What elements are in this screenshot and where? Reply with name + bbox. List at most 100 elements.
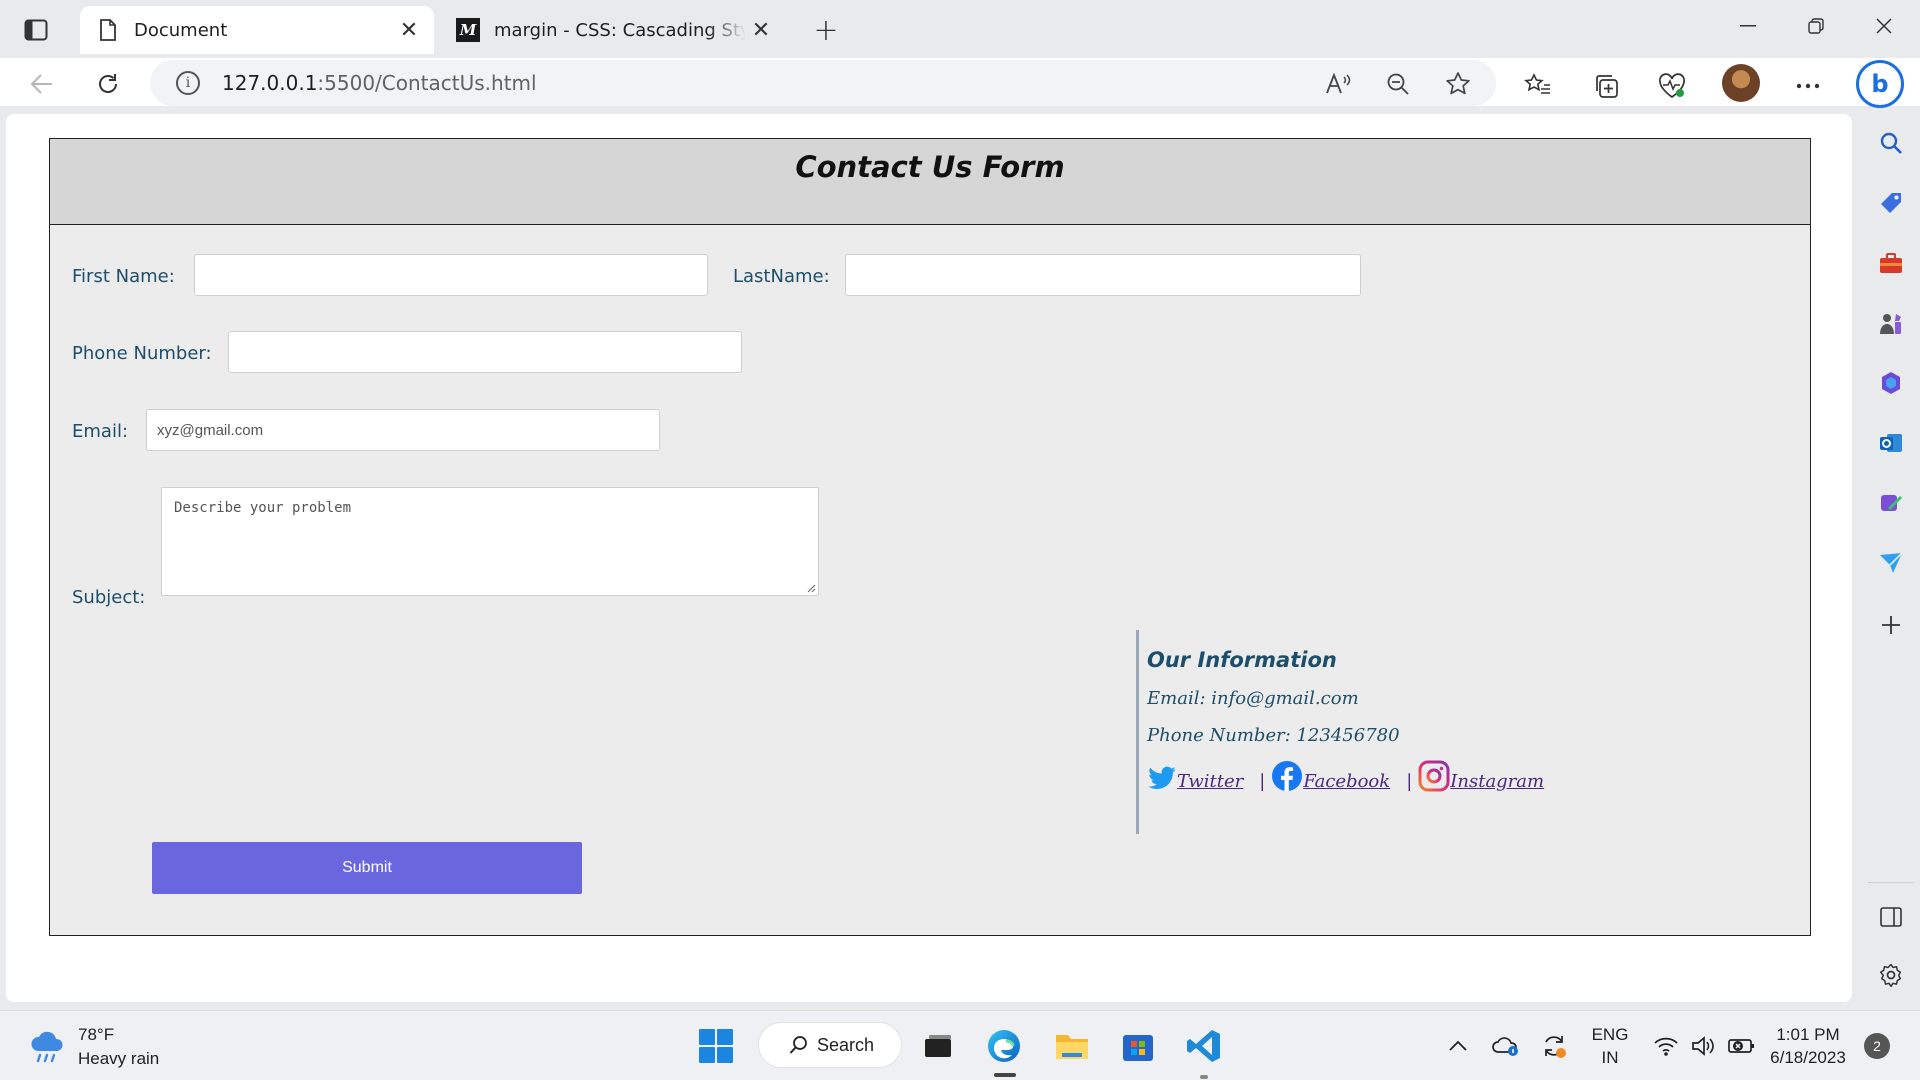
language-indicator[interactable]: ENG IN — [1588, 1023, 1632, 1069]
wifi-icon[interactable] — [1646, 1026, 1686, 1066]
tools-briefcase-icon[interactable] — [1876, 248, 1906, 278]
facebook-icon — [1272, 761, 1303, 791]
twitter-label: Twitter — [1177, 771, 1244, 792]
tab-actions-button[interactable] — [18, 14, 54, 46]
social-links: Twitter | Facebook | Instagram — [1147, 760, 1656, 792]
edge-taskbar-button[interactable] — [984, 1026, 1024, 1066]
weather-widget[interactable]: 78°F Heavy rain — [28, 1023, 159, 1071]
language-code: ENG — [1591, 1025, 1629, 1044]
phone-number-input[interactable] — [228, 331, 742, 373]
instagram-label: Instagram — [1450, 771, 1545, 792]
close-tab-icon[interactable]: ✕ — [394, 15, 424, 45]
page-viewport: Contact Us Form First Name: LastName: Ph… — [6, 114, 1852, 1002]
twitter-link[interactable]: Twitter — [1147, 766, 1243, 792]
favorite-star-icon[interactable] — [1442, 68, 1474, 100]
outlook-icon[interactable] — [1876, 428, 1906, 458]
microsoft-store-button[interactable] — [1118, 1026, 1158, 1066]
browser-essentials-icon[interactable] — [1652, 66, 1692, 106]
last-name-input[interactable] — [845, 254, 1361, 296]
tab-mdn-margin[interactable]: M margin - CSS: Cascading Style Sh ✕ — [440, 6, 786, 54]
zoom-out-icon[interactable] — [1382, 68, 1414, 100]
first-name-input[interactable] — [194, 254, 708, 296]
close-icon — [1876, 18, 1892, 34]
shopping-tag-icon[interactable] — [1876, 188, 1906, 218]
weather-description: Heavy rain — [78, 1049, 160, 1068]
region-code: IN — [1601, 1048, 1619, 1067]
edge-active-indicator — [994, 1073, 1016, 1077]
minimize-icon — [1740, 25, 1756, 27]
tab-strip: Document ✕ M margin - CSS: Cascading Sty… — [0, 0, 1920, 58]
link-separator: | — [1406, 771, 1413, 792]
submit-button[interactable]: Submit — [152, 842, 582, 894]
resize-grip-icon[interactable] — [806, 583, 816, 593]
vscode-running-indicator — [1200, 1075, 1208, 1079]
microsoft-365-icon[interactable] — [1876, 368, 1906, 398]
refresh-button[interactable] — [88, 64, 128, 104]
store-icon — [1123, 1035, 1153, 1061]
onedrive-tray-icon[interactable] — [1486, 1026, 1526, 1066]
file-explorer-button[interactable] — [1052, 1026, 1092, 1066]
add-sidebar-app-icon[interactable] — [1876, 610, 1906, 640]
subject-textarea[interactable]: Describe your problem — [161, 487, 819, 596]
restore-button[interactable] — [1786, 8, 1846, 44]
windows-taskbar: 78°F Heavy rain Search ENG IN 1:01 PM 6/… — [0, 1010, 1920, 1080]
email-label: Email: — [72, 421, 129, 442]
minimize-button[interactable] — [1718, 8, 1778, 44]
collections-icon[interactable] — [1586, 66, 1626, 106]
new-tab-button[interactable]: + — [808, 13, 844, 48]
volume-icon[interactable] — [1684, 1026, 1724, 1066]
facebook-label: Facebook — [1303, 771, 1391, 792]
edge-sidebar — [1862, 114, 1920, 1002]
site-info-icon[interactable]: i — [176, 71, 200, 95]
subject-placeholder: Describe your problem — [174, 500, 352, 516]
clock[interactable]: 1:01 PM 6/18/2023 — [1766, 1023, 1850, 1069]
battery-icon[interactable] — [1722, 1026, 1762, 1066]
task-view-button[interactable] — [918, 1026, 958, 1066]
start-button[interactable] — [696, 1026, 736, 1066]
info-phone: Phone Number: 123456780 — [1147, 725, 1400, 746]
phone-number-label: Phone Number: — [72, 343, 212, 364]
notification-badge[interactable]: 2 — [1864, 1033, 1890, 1059]
windows-logo-icon — [699, 1029, 733, 1063]
first-name-label: First Name: — [72, 266, 175, 287]
sidebar-divider — [1868, 882, 1914, 883]
contact-info-panel: Our Information Email: info@gmail.com Ph… — [1136, 630, 1656, 834]
instagram-icon — [1418, 760, 1450, 792]
tab-title: Document — [134, 19, 228, 41]
sidebar-settings-gear-icon[interactable] — [1876, 960, 1906, 990]
vscode-button[interactable] — [1184, 1026, 1224, 1066]
info-heading: Our Information — [1147, 648, 1337, 672]
close-tab-icon[interactable]: ✕ — [746, 15, 776, 45]
more-options-icon[interactable] — [1788, 66, 1828, 106]
rain-cloud-icon — [31, 1031, 63, 1063]
bing-copilot-button[interactable]: b — [1856, 60, 1904, 108]
last-name-label: LastName: — [733, 266, 830, 287]
refresh-icon — [99, 74, 117, 93]
email-input[interactable]: xyz@gmail.com — [146, 409, 660, 451]
sync-tray-icon[interactable] — [1534, 1026, 1574, 1066]
link-separator: | — [1259, 771, 1266, 792]
info-email: Email: info@gmail.com — [1147, 688, 1359, 709]
instagram-link[interactable]: Instagram — [1418, 760, 1544, 792]
taskbar-search[interactable]: Search — [758, 1022, 902, 1068]
read-aloud-icon[interactable] — [1322, 68, 1354, 100]
page-icon — [96, 18, 120, 42]
games-icon[interactable] — [1876, 308, 1906, 338]
favorites-icon[interactable] — [1518, 66, 1558, 106]
subject-label: Subject: — [72, 587, 146, 608]
designer-icon[interactable] — [1876, 488, 1906, 518]
task-view-icon — [925, 1035, 951, 1057]
facebook-link[interactable]: Facebook — [1271, 760, 1390, 792]
back-button[interactable] — [22, 64, 62, 104]
hide-sidebar-icon[interactable] — [1876, 902, 1906, 932]
form-header: Contact Us Form — [49, 138, 1811, 225]
tab-document[interactable]: Document ✕ — [80, 6, 434, 54]
send-icon[interactable] — [1876, 548, 1906, 578]
show-hidden-icons-button[interactable] — [1438, 1026, 1478, 1066]
url-host: 127.0.0.1 — [222, 71, 318, 95]
address-bar[interactable]: i 127.0.0.1:5500/ContactUs.html — [150, 60, 1496, 106]
weather-temperature: 78°F — [78, 1025, 115, 1044]
sidebar-search-icon[interactable] — [1876, 128, 1906, 158]
profile-avatar[interactable] — [1722, 64, 1760, 102]
close-window-button[interactable] — [1854, 8, 1914, 44]
